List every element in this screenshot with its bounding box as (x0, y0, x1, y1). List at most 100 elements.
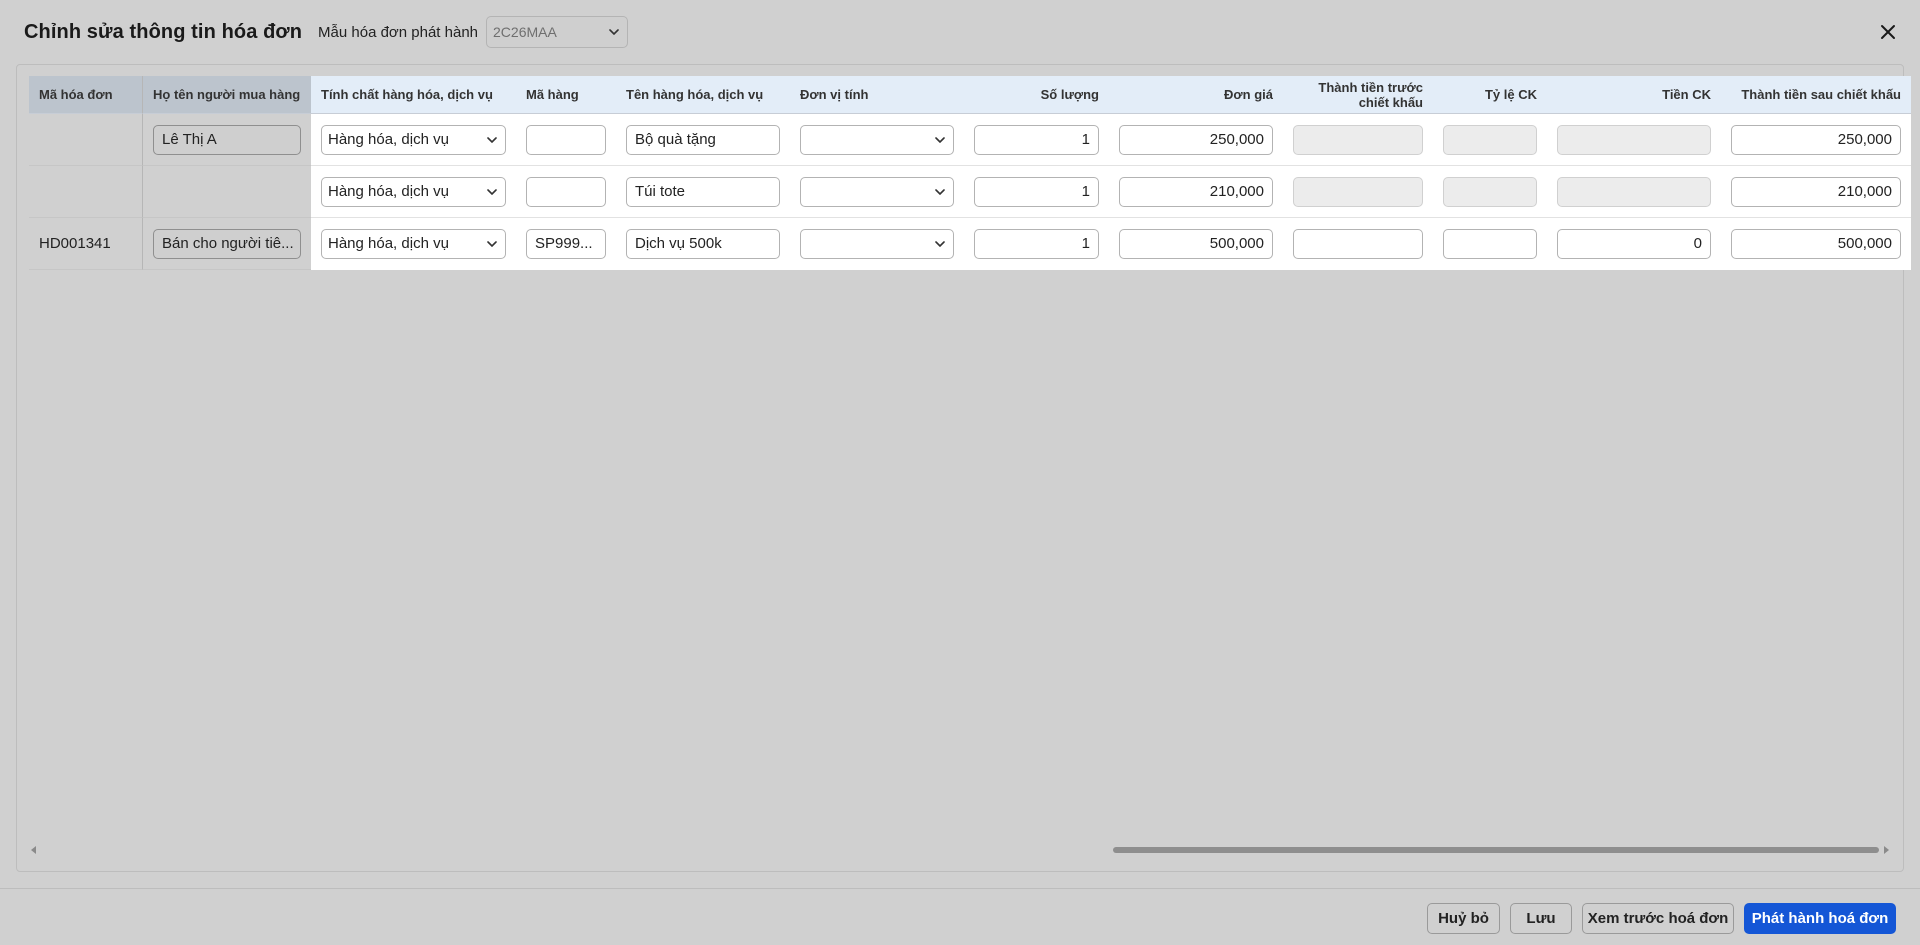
cell-total-after-discount: 250,000 (1721, 114, 1911, 166)
cell-invoice-code (29, 114, 143, 166)
chevron-down-icon (487, 240, 497, 247)
template-select-value: 2C26MAA (493, 24, 557, 40)
buyer-name-input[interactable]: Lê Thị A (153, 124, 301, 155)
col-header-buyer-name: Họ tên người mua hàng (143, 76, 311, 114)
cell-discount-rate (1433, 218, 1547, 270)
total-after-discount-input[interactable]: 210,000 (1731, 176, 1901, 207)
cancel-button[interactable]: Huỷ bỏ (1427, 903, 1500, 934)
cell-invoice-code (29, 166, 143, 218)
col-header-pre-discount-line2: chiết khấu (1358, 94, 1423, 110)
item-name-input[interactable]: Bộ quà tặng (626, 124, 780, 155)
cell-item-type: Hàng hóa, dịch vụ (311, 218, 516, 270)
cell-invoice-code: HD001341 (29, 218, 143, 270)
arrow-right-icon[interactable] (1884, 846, 1889, 854)
discount-rate-input (1443, 176, 1537, 207)
cell-buyer-name: Lê Thị A (143, 114, 311, 166)
chevron-down-icon (935, 188, 945, 195)
pre-discount-input (1293, 176, 1423, 207)
cell-pre-discount (1283, 218, 1433, 270)
template-label: Mẫu hóa đơn phát hành (318, 23, 479, 41)
pre-discount-input (1293, 124, 1423, 155)
cell-buyer-name (143, 166, 311, 218)
cell-pre-discount (1283, 166, 1433, 218)
arrow-left-icon[interactable] (31, 846, 36, 854)
cell-quantity: 1 (964, 218, 1109, 270)
total-after-discount-input[interactable]: 250,000 (1731, 124, 1901, 155)
invoice-items-table: Mã hóa đơn Họ tên người mua hàng Tính ch… (29, 76, 1911, 270)
cell-unit-price: 210,000 (1109, 166, 1283, 218)
cell-buyer-name: Bán cho người tiê... (143, 218, 311, 270)
quantity-input[interactable]: 1 (974, 228, 1099, 259)
col-header-item-code: Mã hàng (516, 76, 616, 114)
col-header-total-after-discount: Thành tiền sau chiết khấu (1721, 76, 1911, 114)
item-type-value: Hàng hóa, dịch vụ (328, 183, 449, 200)
cell-discount-amount (1547, 166, 1721, 218)
unit-select[interactable] (800, 176, 954, 207)
col-header-item-type: Tính chất hàng hóa, dịch vụ (311, 76, 516, 114)
preview-invoice-button[interactable]: Xem trước hoá đơn (1582, 903, 1734, 934)
col-header-unit: Đơn vị tính (790, 76, 964, 114)
quantity-input[interactable]: 1 (974, 176, 1099, 207)
table-row: HD001341 Bán cho người tiê... Hàng hóa, … (29, 218, 1911, 270)
save-button[interactable]: Lưu (1510, 903, 1572, 934)
item-type-value: Hàng hóa, dịch vụ (328, 131, 449, 148)
item-type-value: Hàng hóa, dịch vụ (328, 235, 449, 252)
scrollbar-thumb[interactable] (1113, 847, 1879, 853)
cell-quantity: 1 (964, 166, 1109, 218)
issue-invoice-button[interactable]: Phát hành hoá đơn (1744, 903, 1896, 934)
chevron-down-icon (487, 136, 497, 143)
cell-total-after-discount: 500,000 (1721, 218, 1911, 270)
unit-select[interactable] (800, 228, 954, 259)
cell-quantity: 1 (964, 114, 1109, 166)
horizontal-scrollbar[interactable] (29, 843, 1891, 857)
close-button[interactable] (1876, 20, 1900, 44)
cell-item-code: SP999... (516, 218, 616, 270)
cell-item-code (516, 114, 616, 166)
cell-pre-discount (1283, 114, 1433, 166)
total-after-discount-input[interactable]: 500,000 (1731, 228, 1901, 259)
cell-unit (790, 166, 964, 218)
item-code-input[interactable] (526, 176, 606, 207)
buyer-name-input[interactable]: Bán cho người tiê... (153, 228, 301, 259)
chevron-down-icon (487, 188, 497, 195)
cell-item-type: Hàng hóa, dịch vụ (311, 114, 516, 166)
table-row: Hàng hóa, dịch vụ Túi tote 1 210,000 210… (29, 166, 1911, 218)
table-row: Lê Thị A Hàng hóa, dịch vụ Bộ quà tặng 1… (29, 114, 1911, 166)
unit-price-input[interactable]: 210,000 (1119, 176, 1273, 207)
pre-discount-input[interactable] (1293, 228, 1423, 259)
col-header-discount-rate: Tỷ lệ CK (1433, 76, 1547, 114)
cell-discount-rate (1433, 166, 1547, 218)
col-header-invoice-code: Mã hóa đơn (29, 76, 143, 114)
item-name-input[interactable]: Túi tote (626, 176, 780, 207)
discount-rate-input (1443, 124, 1537, 155)
cell-item-name: Dịch vụ 500k (616, 218, 790, 270)
quantity-input[interactable]: 1 (974, 124, 1099, 155)
chevron-down-icon (935, 136, 945, 143)
invoice-code-text: HD001341 (39, 234, 111, 252)
discount-amount-input (1557, 176, 1711, 207)
item-name-input[interactable]: Dịch vụ 500k (626, 228, 780, 259)
chevron-down-icon (935, 240, 945, 247)
cell-item-name: Bộ quà tặng (616, 114, 790, 166)
discount-amount-input[interactable]: 0 (1557, 228, 1711, 259)
item-type-select[interactable]: Hàng hóa, dịch vụ (321, 176, 506, 207)
item-code-input[interactable] (526, 124, 606, 155)
item-type-select[interactable]: Hàng hóa, dịch vụ (321, 228, 506, 259)
cell-unit-price: 250,000 (1109, 114, 1283, 166)
unit-select[interactable] (800, 124, 954, 155)
template-select[interactable]: 2C26MAA (486, 16, 629, 48)
modal-title: Chỉnh sửa thông tin hóa đơn (24, 20, 303, 43)
chevron-down-icon (609, 29, 619, 35)
cell-unit (790, 114, 964, 166)
unit-price-input[interactable]: 250,000 (1119, 124, 1273, 155)
item-type-select[interactable]: Hàng hóa, dịch vụ (321, 124, 506, 155)
unit-price-input[interactable]: 500,000 (1119, 228, 1273, 259)
cell-discount-rate (1433, 114, 1547, 166)
cell-total-after-discount: 210,000 (1721, 166, 1911, 218)
discount-amount-input (1557, 124, 1711, 155)
discount-rate-input[interactable] (1443, 228, 1537, 259)
item-code-input[interactable]: SP999... (526, 228, 606, 259)
table-panel: Mã hóa đơn Họ tên người mua hàng Tính ch… (16, 64, 1911, 872)
col-header-pre-discount-line1: Thành tiền trước (1318, 79, 1423, 95)
col-header-unit-price: Đơn giá (1109, 76, 1283, 114)
